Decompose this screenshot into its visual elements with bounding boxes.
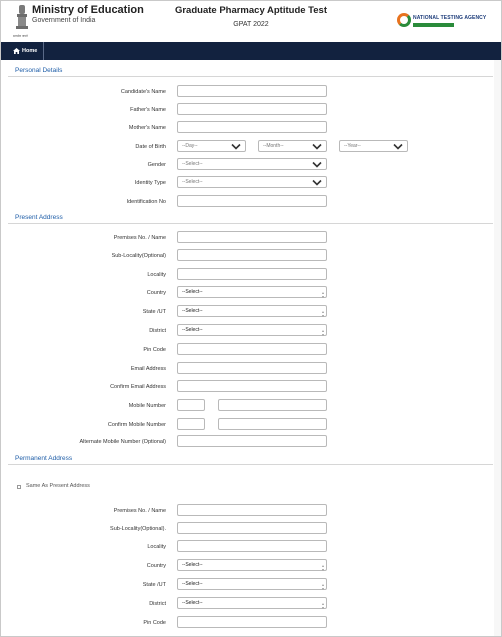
nta-tagline-bar <box>413 23 454 27</box>
section-present-address: Present Address <box>8 213 493 224</box>
identity-type-value: --Select-- <box>182 179 203 185</box>
gender-label: Gender <box>147 162 166 168</box>
confirm-mobile-label: Confirm Mobile Number <box>107 422 166 428</box>
present-district-select[interactable]: --Select-- ▴ ▾ <box>177 324 327 337</box>
caret-icon: ▴ ▾ <box>321 563 324 572</box>
email-input[interactable] <box>177 362 327 374</box>
present-state-label: State /UT <box>142 309 166 315</box>
alt-mobile-input[interactable] <box>177 435 327 447</box>
father-name-input[interactable] <box>177 103 327 115</box>
present-country-value: --Select-- <box>182 289 203 295</box>
chevron-down-icon <box>393 143 403 150</box>
present-pin-input[interactable] <box>177 343 327 355</box>
caret-icon: ▴ ▾ <box>321 601 324 610</box>
present-district-value: --Select-- <box>182 327 203 333</box>
present-locality-label: Locality <box>147 272 166 278</box>
nav-home-link[interactable]: Home <box>9 42 45 60</box>
dob-month-value: --Month-- <box>263 143 284 149</box>
emblem-caption: सत्यमेव जयते <box>13 34 28 38</box>
nta-logo-icon <box>397 13 411 27</box>
present-district-label: District <box>149 328 166 334</box>
caret-icon: ▴ ▾ <box>321 328 324 337</box>
mother-name-label: Mother's Name <box>128 125 166 131</box>
present-country-select[interactable]: --Select-- ▴ ▾ <box>177 286 327 299</box>
dob-year-select[interactable]: --Year-- <box>339 140 408 152</box>
identity-type-select[interactable]: --Select-- <box>177 176 327 188</box>
permanent-country-select[interactable]: --Select-- ▴ ▾ <box>177 559 327 572</box>
chevron-down-icon <box>312 161 322 168</box>
same-as-present-label[interactable]: Same As Present Address <box>26 483 90 489</box>
present-sub-locality-label: Sub-Locality(Optional) <box>111 253 166 259</box>
permanent-country-label: Country <box>146 563 166 569</box>
caret-icon: ▴ ▾ <box>321 290 324 299</box>
section-personal-details: Personal Details <box>8 66 493 77</box>
father-name-label: Father's Name <box>130 107 166 113</box>
same-as-present-checkbox[interactable] <box>17 485 21 489</box>
section-heading: Permanent Address <box>15 455 73 462</box>
section-heading: Present Address <box>15 214 63 221</box>
permanent-premises-label: Premises No. / Name <box>113 508 166 514</box>
nta-name: NATIONAL TESTING AGENCY <box>413 15 487 21</box>
dob-label: Date of Birth <box>135 144 166 150</box>
gender-value: --Select-- <box>182 161 203 167</box>
scrollbar[interactable] <box>494 60 501 636</box>
candidate-name-input[interactable] <box>177 85 327 97</box>
confirm-email-label: Confirm Email Address <box>110 384 166 390</box>
permanent-pin-label: Pin Code <box>143 620 166 626</box>
permanent-state-select[interactable]: --Select-- ▴ ▾ <box>177 578 327 591</box>
present-state-value: --Select-- <box>182 308 203 314</box>
browser-frame: सत्यमेव जयते Ministry of Education Gover… <box>0 0 502 637</box>
dob-year-value: --Year-- <box>344 143 361 149</box>
alt-mobile-label: Alternate Mobile Number (Optional) <box>79 439 166 445</box>
caret-icon: ▴ ▾ <box>321 309 324 318</box>
permanent-state-value: --Select-- <box>182 581 203 587</box>
gender-select[interactable]: --Select-- <box>177 158 327 170</box>
mobile-input[interactable] <box>218 399 327 411</box>
permanent-district-value: --Select-- <box>182 600 203 606</box>
chevron-down-icon <box>312 179 322 186</box>
identity-type-label: Identity Type <box>134 180 166 186</box>
permanent-sub-locality-input[interactable] <box>177 522 327 534</box>
present-country-label: Country <box>146 290 166 296</box>
email-label: Email Address <box>130 366 166 372</box>
identification-no-input[interactable] <box>177 195 327 207</box>
present-pin-label: Pin Code <box>143 347 166 353</box>
chevron-down-icon <box>231 143 241 150</box>
home-icon <box>13 48 20 54</box>
permanent-country-value: --Select-- <box>182 562 203 568</box>
present-state-select[interactable]: --Select-- ▴ ▾ <box>177 305 327 318</box>
dob-day-select[interactable]: --Day-- <box>177 140 246 152</box>
permanent-pin-input[interactable] <box>177 616 327 628</box>
mobile-country-code-input[interactable] <box>177 399 205 411</box>
permanent-state-label: State /UT <box>142 582 166 588</box>
chevron-down-icon <box>312 143 322 150</box>
section-heading: Personal Details <box>15 67 63 74</box>
nta-logo[interactable]: NATIONAL TESTING AGENCY <box>397 13 489 31</box>
dob-day-value: --Day-- <box>182 143 198 149</box>
mother-name-input[interactable] <box>177 121 327 133</box>
present-locality-input[interactable] <box>177 268 327 280</box>
permanent-premises-input[interactable] <box>177 504 327 516</box>
permanent-sub-locality-label: Sub-Locality(Optional). <box>110 526 166 532</box>
permanent-locality-input[interactable] <box>177 540 327 552</box>
permanent-locality-label: Locality <box>147 544 166 550</box>
identification-no-label: Identification No <box>126 199 166 205</box>
permanent-district-label: District <box>149 601 166 607</box>
confirm-email-input[interactable] <box>177 380 327 392</box>
present-sub-locality-input[interactable] <box>177 249 327 261</box>
present-premises-label: Premises No. / Name <box>113 235 166 241</box>
caret-icon: ▴ ▾ <box>321 582 324 591</box>
confirm-mobile-country-code-input[interactable] <box>177 418 205 430</box>
present-premises-input[interactable] <box>177 231 327 243</box>
permanent-district-select[interactable]: --Select-- ▴ ▾ <box>177 597 327 610</box>
candidate-name-label: Candidate's Name <box>120 89 166 95</box>
navbar: Home <box>1 42 501 60</box>
section-permanent-address: Permanent Address <box>8 454 493 465</box>
nav-home-label: Home <box>22 48 38 54</box>
dob-month-select[interactable]: --Month-- <box>258 140 327 152</box>
confirm-mobile-input[interactable] <box>218 418 327 430</box>
site-header: सत्यमेव जयते Ministry of Education Gover… <box>1 1 501 42</box>
mobile-label: Mobile Number <box>128 403 166 409</box>
